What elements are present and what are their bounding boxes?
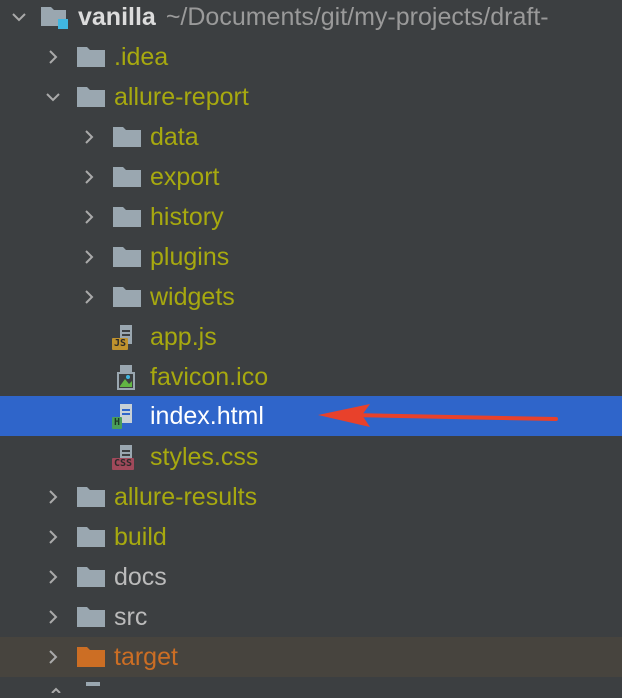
tree-item-label: src	[114, 603, 148, 631]
tree-item-history[interactable]: history	[0, 197, 622, 237]
tree-item-label: docs	[114, 563, 167, 591]
folder-icon	[76, 84, 106, 110]
tree-item-index-html[interactable]: H index.html	[0, 396, 622, 436]
chevron-right-icon[interactable]	[78, 286, 100, 308]
partial-row-icon	[86, 682, 100, 686]
chevron-right-icon[interactable]	[42, 606, 64, 628]
tree-item-build[interactable]: build	[0, 517, 622, 557]
folder-icon	[76, 604, 106, 630]
tree-item-allure-report[interactable]: allure-report	[0, 77, 622, 117]
tree-item-src[interactable]: src	[0, 597, 622, 637]
tree-item-target[interactable]: target	[0, 637, 622, 677]
folder-icon	[76, 564, 106, 590]
project-root-row[interactable]: vanilla ~/Documents/git/my-projects/draf…	[0, 0, 622, 37]
chevron-down-icon[interactable]	[8, 6, 30, 28]
tree-item-label: index.html	[150, 402, 264, 430]
project-name: vanilla	[78, 2, 156, 31]
javascript-file-icon: JS	[112, 324, 142, 350]
tree-item-allure-results[interactable]: allure-results	[0, 477, 622, 517]
chevron-right-icon[interactable]	[42, 46, 64, 68]
chevron-right-icon[interactable]	[78, 206, 100, 228]
excluded-folder-icon	[76, 644, 106, 670]
tree-item-label: allure-report	[114, 83, 249, 111]
tree-item-plugins[interactable]: plugins	[0, 237, 622, 277]
tree-item-docs[interactable]: docs	[0, 557, 622, 597]
chevron-right-icon[interactable]	[42, 526, 64, 548]
tree-item-label: allure-results	[114, 483, 258, 511]
tree-item-label: favicon.ico	[150, 363, 269, 391]
folder-icon	[76, 484, 106, 510]
tree-item-idea[interactable]: .idea	[0, 37, 622, 77]
chevron-down-icon[interactable]	[42, 86, 64, 108]
folder-icon	[112, 124, 142, 150]
chevron-right-icon[interactable]	[42, 646, 64, 668]
tree-item-label: history	[150, 203, 224, 231]
image-file-icon	[112, 364, 142, 390]
folder-icon	[112, 204, 142, 230]
tree-item-label: app.js	[150, 323, 217, 351]
partial-row-chevron	[48, 680, 64, 694]
tree-item-favicon[interactable]: favicon.ico	[0, 357, 622, 397]
folder-icon	[76, 44, 106, 70]
chevron-right-icon[interactable]	[42, 566, 64, 588]
tree-item-label: plugins	[150, 243, 230, 271]
tree-item-label: target	[114, 643, 178, 671]
tree-item-label: data	[150, 123, 199, 151]
chevron-right-icon[interactable]	[78, 166, 100, 188]
folder-icon	[112, 284, 142, 310]
tree-item-export[interactable]: export	[0, 157, 622, 197]
folder-icon	[76, 524, 106, 550]
chevron-right-icon[interactable]	[78, 246, 100, 268]
folder-icon	[112, 244, 142, 270]
module-folder-icon	[40, 4, 70, 30]
tree-item-widgets[interactable]: widgets	[0, 277, 622, 317]
tree-item-label: build	[114, 523, 167, 551]
tree-item-label: export	[150, 163, 220, 191]
css-file-icon: CSS	[112, 444, 142, 470]
tree-item-app-js[interactable]: JS app.js	[0, 317, 622, 357]
folder-icon	[112, 164, 142, 190]
chevron-right-icon[interactable]	[78, 126, 100, 148]
chevron-right-icon[interactable]	[42, 486, 64, 508]
tree-item-label: .idea	[114, 43, 169, 71]
tree-item-label: widgets	[150, 283, 235, 311]
tree-item-styles-css[interactable]: CSS styles.css	[0, 437, 622, 477]
project-path: ~/Documents/git/my-projects/draft-	[165, 2, 549, 31]
html-file-icon: H	[112, 403, 142, 429]
tree-item-data[interactable]: data	[0, 117, 622, 157]
tree-item-label: styles.css	[150, 443, 259, 471]
